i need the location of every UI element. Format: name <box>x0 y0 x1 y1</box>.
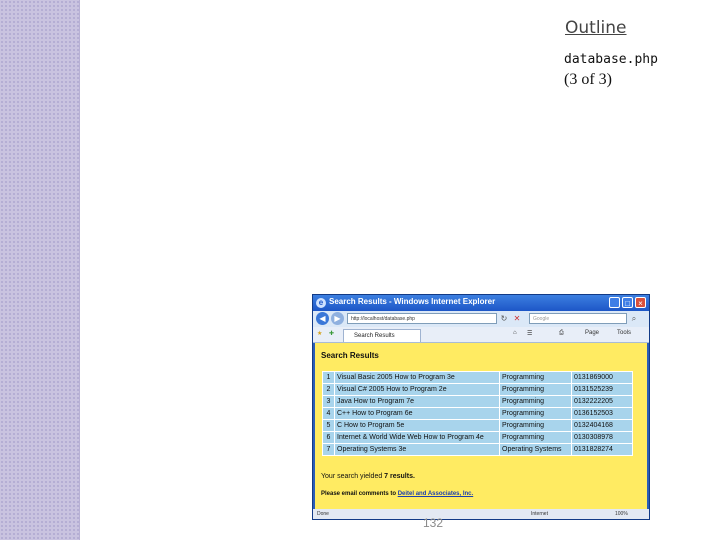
page-heading: Search Results <box>321 351 379 360</box>
table-row: 5C How to Program 5e Programming 013240416… <box>322 419 633 432</box>
table-cell: 0131525239 <box>571 383 633 396</box>
table-row: 6 Internet & World Wide Web How to Progra… <box>322 431 633 444</box>
maximize-button[interactable]: □ <box>622 297 633 308</box>
table-cell: 0130308978 <box>571 431 633 444</box>
table-cell: Internet & World Wide Web How to Program… <box>334 431 500 444</box>
slide-number: 132 <box>423 516 444 530</box>
minimize-button[interactable]: _ <box>609 297 620 308</box>
table-cell: 0132222205 <box>571 395 633 408</box>
page-menu[interactable]: Page <box>585 330 599 336</box>
results-table: 1 Visual Basic 2005 How to Program 3e Prog… <box>322 371 633 456</box>
forward-button[interactable]: ▶ <box>331 312 344 325</box>
table-cell: 3 <box>322 395 335 408</box>
table-cell: Programming <box>499 407 572 420</box>
tab-search-results[interactable]: Search Results <box>343 329 421 342</box>
table-cell: Programming <box>499 371 572 384</box>
table-row: 2 Visual C# 2005 How to Program 2e Program… <box>322 383 633 396</box>
table-cell: 0131828274 <box>571 443 633 456</box>
tab-bar: ★ ✚ Search Results ⌂ ☰ ⎙ Page Tools <box>313 327 649 343</box>
table-cell: C How to Program 5e <box>334 419 500 432</box>
back-button[interactable]: ◀ <box>316 312 329 325</box>
table-cell: Programming <box>499 431 572 444</box>
table-cell: Java How to Program 7e <box>334 395 500 408</box>
table-cell: C++ How to Program 6e <box>334 407 500 420</box>
table-row: 1 Visual Basic 2005 How to Program 3e Prog… <box>322 371 633 384</box>
page-content: Search Results 1 Visual Basic 2005 How to… <box>315 343 647 509</box>
decorative-sidebar <box>0 0 80 540</box>
table-cell: 0131869000 <box>571 371 633 384</box>
email-prefix: Please email comments to <box>321 491 398 497</box>
table-cell: 1 <box>322 371 335 384</box>
yield-count: 7 results. <box>384 473 415 480</box>
search-input[interactable]: Google <box>529 313 627 324</box>
table-cell: Visual Basic 2005 How to Program 3e <box>334 371 500 384</box>
add-favorites-icon[interactable]: ✚ <box>329 330 334 337</box>
refresh-icon[interactable]: ↻ <box>499 313 509 324</box>
table-cell: 4 <box>322 407 335 420</box>
table-cell: Programming <box>499 395 572 408</box>
table-cell: 5 <box>322 419 335 432</box>
table-row: 4 C++ How to Program 6e Programming 0136152… <box>322 407 633 420</box>
close-button[interactable]: × <box>635 297 646 308</box>
table-row: 7 Operating Systems 3e Operating Systems 01… <box>322 443 633 456</box>
file-name: database.php <box>564 52 658 67</box>
tools-menu[interactable]: Tools <box>617 330 631 336</box>
table-cell: 7 <box>322 443 335 456</box>
address-input[interactable]: http://localhost/database.php <box>347 313 497 324</box>
title-bar: e Search Results - Windows Internet Expl… <box>313 295 649 311</box>
table-row: 3 Java How to Program 7e Programming 013222… <box>322 395 633 408</box>
home-icon[interactable]: ⌂ <box>513 330 517 336</box>
stop-icon[interactable]: ✕ <box>512 313 522 324</box>
print-icon[interactable]: ⎙ <box>559 330 564 337</box>
table-cell: Programming <box>499 419 572 432</box>
table-cell: Operating Systems <box>499 443 572 456</box>
table-cell: Operating Systems 3e <box>334 443 500 456</box>
results-summary: Your search yielded 7 results. <box>321 473 415 480</box>
table-cell: 6 <box>322 431 335 444</box>
table-cell: 2 <box>322 383 335 396</box>
email-note: Please email comments to Deitel and Asso… <box>321 491 473 497</box>
table-cell: Visual C# 2005 How to Program 2e <box>334 383 500 396</box>
table-cell: 0132404168 <box>571 419 633 432</box>
favorites-star-icon[interactable]: ★ <box>317 330 322 337</box>
ie-logo-icon: e <box>316 298 326 308</box>
table-cell: 0136152503 <box>571 407 633 420</box>
zone-label: Internet <box>531 511 548 517</box>
outline-link[interactable]: Outline <box>565 18 627 38</box>
yield-prefix: Your search yielded <box>321 473 385 480</box>
page-of-indicator: (3 of 3) <box>564 71 612 88</box>
window-title: Search Results - Windows Internet Explor… <box>329 297 496 306</box>
zoom-level[interactable]: 100% <box>615 509 628 519</box>
address-bar: ◀ ▶ http://localhost/database.php ↻ ✕ Go… <box>313 311 649 327</box>
feeds-icon[interactable]: ☰ <box>527 330 532 337</box>
browser-window: e Search Results - Windows Internet Expl… <box>312 294 650 520</box>
status-text: Done <box>317 511 329 517</box>
email-link[interactable]: Deitel and Associates, Inc. <box>398 491 473 497</box>
table-cell: Programming <box>499 383 572 396</box>
status-bar: Done Internet 100% <box>313 509 649 519</box>
search-go-icon[interactable]: ⌕ <box>629 313 639 324</box>
